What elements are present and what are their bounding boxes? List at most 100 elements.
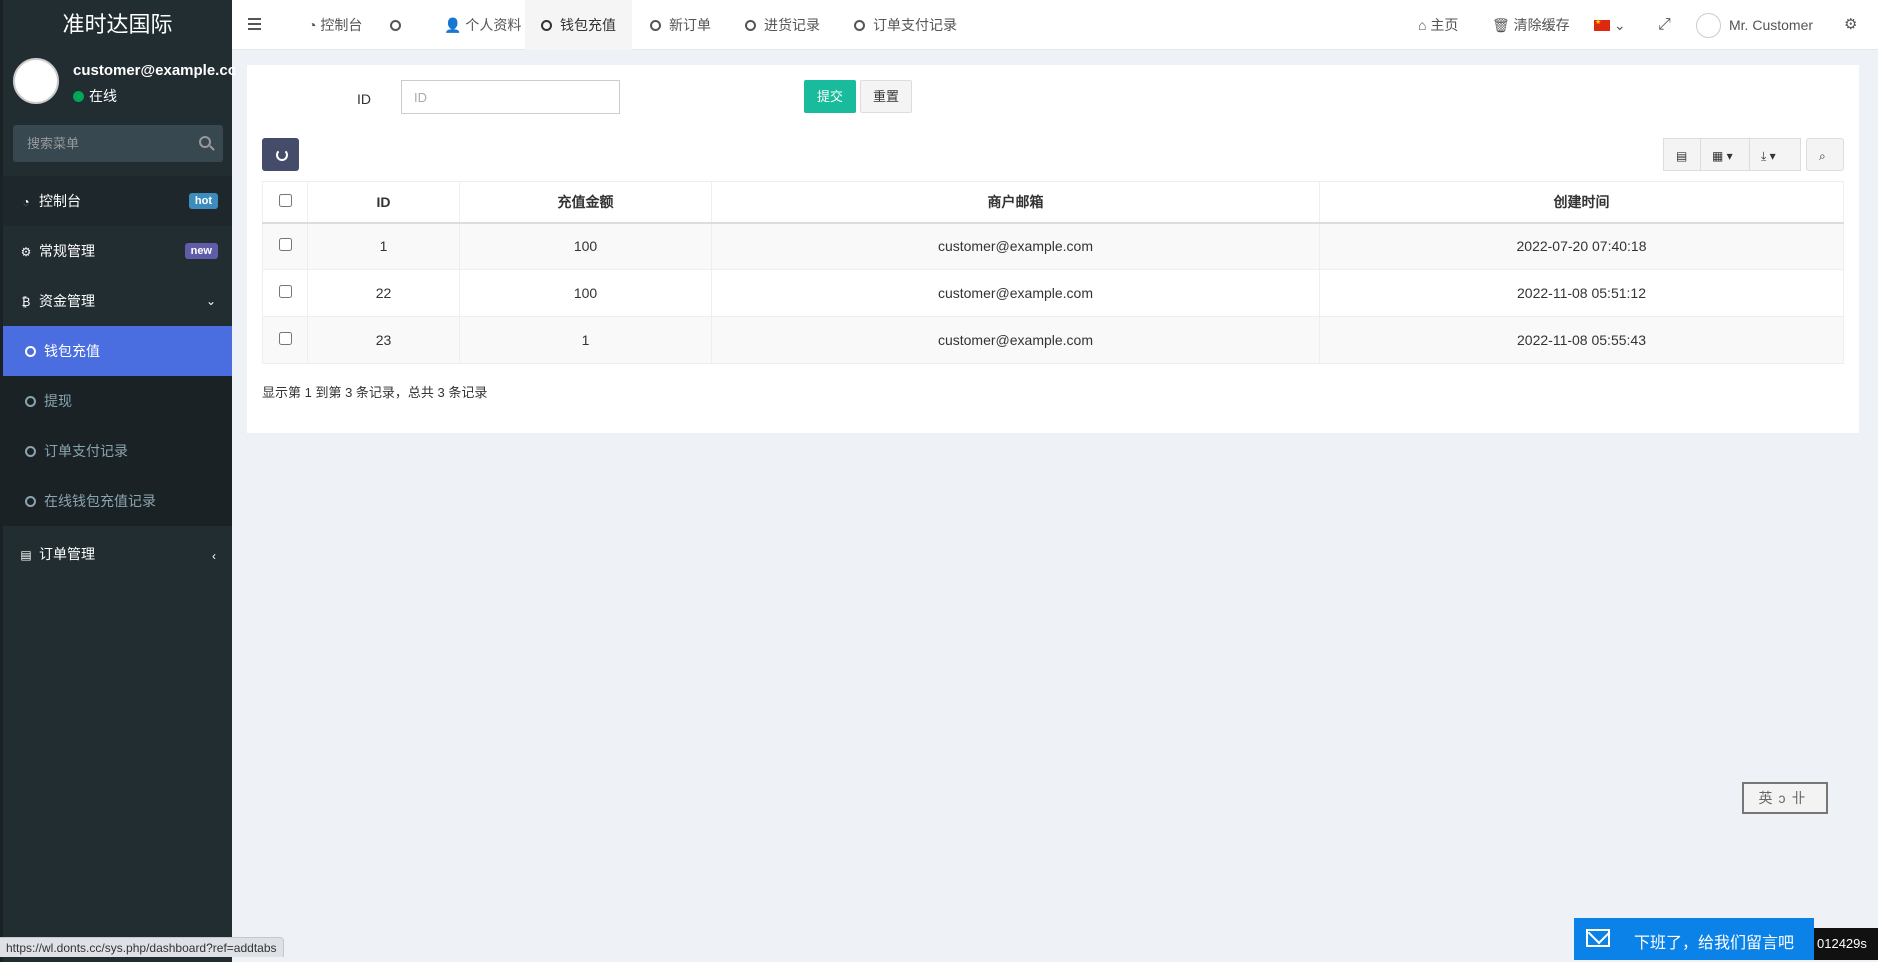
content-panel: ID 提交 重置 ▤ ▦ ▾ ⤓ ▾ ⌕ ID 充值金额 商户邮箱 创建时间 1… [247, 65, 1859, 433]
new-badge: new [184, 243, 218, 259]
row-checkbox[interactable] [278, 238, 292, 252]
cell-email: customer@example.com [711, 316, 1320, 364]
cell-amount: 100 [459, 222, 712, 270]
cell-email: customer@example.com [711, 269, 1320, 317]
tab-new-order[interactable]: 新订单 [634, 0, 727, 50]
home-link[interactable]: ⌂ 主页 [1418, 0, 1458, 50]
cell-id: 23 [307, 316, 460, 364]
table-row: 1 100 customer@example.com 2022-07-20 07… [262, 222, 1844, 270]
user-name: Mr. Customer [1729, 17, 1814, 33]
id-input[interactable] [401, 80, 620, 114]
online-dot-icon [73, 91, 84, 102]
tab-blank[interactable] [374, 0, 417, 50]
sidebar-subitem-label: 在线钱包充值记录 [44, 493, 156, 509]
menu-search-input[interactable] [13, 125, 183, 162]
sidebar-item-label: 订单管理 [39, 546, 95, 562]
gears-icon: ⚙ [20, 245, 32, 259]
sidebar: 准时达国际 customer@example.com 在线 ◔ 控制台 hot ⚙… [0, 0, 235, 962]
user-icon: 👤 [444, 17, 466, 33]
refresh-icon [276, 149, 288, 161]
tab-purchase-records[interactable]: 进货记录 [729, 0, 836, 50]
sidebar-subitem-online-recharge[interactable]: 在线钱包充值记录 [3, 476, 232, 526]
settings-gear-icon[interactable]: ⚙ [1844, 0, 1857, 50]
sidebar-item-orders[interactable]: ▤ 订单管理 ‹ [3, 526, 232, 582]
timer-badge: 012429s [1814, 928, 1878, 960]
sidebar-item-general[interactable]: ⚙ 常规管理 new [3, 226, 232, 276]
language-dropdown[interactable]: ⌄ [1594, 0, 1626, 50]
status-url: https://wl.donts.cc/sys.php/dashboard?re… [0, 937, 284, 957]
tab-profile[interactable]: 👤 个人资料 [428, 0, 537, 50]
export-button[interactable]: ⤓ ▾ [1749, 138, 1801, 171]
header-created[interactable]: 创建时间 [1319, 181, 1844, 224]
reset-button[interactable]: 重置 [860, 80, 912, 113]
columns-grid-icon: ▦ ▾ [1712, 149, 1733, 163]
clear-cache-link[interactable]: 🗑 清除缓存 [1492, 0, 1570, 50]
dashboard-icon: ◔ [308, 17, 321, 33]
table-row: 22 100 customer@example.com 2022-11-08 0… [262, 269, 1844, 317]
header-amount[interactable]: 充值金额 [459, 181, 712, 224]
id-label: ID [357, 91, 371, 107]
circle-icon [541, 20, 552, 31]
sidebar-item-dashboard[interactable]: ◔ 控制台 hot [3, 176, 232, 226]
row-checkbox[interactable] [278, 285, 292, 298]
menu-toggle-icon[interactable] [248, 18, 261, 30]
row-checkbox[interactable] [278, 332, 292, 345]
finance-submenu: 钱包充值 提现 订单支付记录 在线钱包充值记录 [3, 326, 232, 526]
user-menu[interactable]: Mr. Customer [1696, 0, 1813, 50]
chevron-down-icon: ⌄ [1610, 17, 1626, 33]
select-all-checkbox[interactable] [278, 193, 292, 207]
circle-icon [745, 20, 756, 31]
bitcoin-icon: ₿ [21, 295, 31, 309]
pagination-info: 显示第 1 到第 3 条记录，总共 3 条记录 [262, 385, 488, 400]
list-view-icon: ▤ [1676, 149, 1688, 163]
row-select-cell [262, 222, 308, 270]
hot-badge: hot [188, 193, 218, 209]
sidebar-subitem-order-payments[interactable]: 订单支付记录 [3, 426, 232, 476]
china-flag-icon [1594, 17, 1610, 31]
toggle-view-button[interactable]: ▤ [1663, 138, 1701, 171]
trash-icon: 🗑 [1492, 17, 1514, 33]
cell-created: 2022-07-20 07:40:18 [1319, 222, 1844, 270]
table-search-button[interactable]: ⌕ [1806, 138, 1844, 171]
sidebar-subitem-label: 提现 [44, 393, 72, 409]
avatar [1696, 13, 1721, 38]
user-email: customer@example.com [73, 62, 235, 79]
feedback-chat-button[interactable]: 下班了，给我们留言吧 [1574, 918, 1814, 960]
sidebar-subitem-withdraw[interactable]: 提现 [3, 376, 232, 426]
circle-icon [854, 20, 865, 31]
header-id[interactable]: ID [307, 181, 460, 224]
user-status-label: 在线 [89, 88, 117, 104]
cell-amount: 1 [459, 316, 712, 364]
search-icon[interactable] [199, 136, 211, 148]
table-header-row: ID 充值金额 商户邮箱 创建时间 [262, 181, 1844, 224]
fullscreen-icon[interactable]: ⤢ [1658, 0, 1671, 50]
cell-created: 2022-11-08 05:55:43 [1319, 316, 1844, 364]
tab-label: 进货记录 [764, 17, 820, 33]
sidebar-item-finance[interactable]: ₿ 资金管理 ⌄ [3, 276, 232, 326]
sidebar-item-label: 控制台 [39, 193, 81, 209]
mail-icon [1586, 929, 1610, 947]
submit-button[interactable]: 提交 [804, 80, 856, 113]
tab-order-payments[interactable]: 订单支付记录 [838, 0, 973, 50]
clear-cache-label: 清除缓存 [1513, 17, 1570, 33]
ime-widget[interactable]: 英ↄ卝 [1742, 782, 1828, 814]
sidebar-item-label: 资金管理 [39, 293, 95, 309]
circle-icon [650, 20, 661, 31]
row-select-cell [262, 316, 308, 364]
app-logo[interactable]: 准时达国际 [3, 0, 232, 50]
tab-wallet-recharge[interactable]: 钱包充值 [525, 0, 632, 50]
table-row: 23 1 customer@example.com 2022-11-08 05:… [262, 316, 1844, 364]
chevron-left-icon: ‹ [212, 549, 216, 563]
chevron-down-icon: ⌄ [205, 294, 216, 308]
sidebar-subitem-wallet-recharge[interactable]: 钱包充值 [3, 326, 232, 376]
circle-icon [25, 446, 36, 457]
tab-dashboard[interactable]: ◔ 控制台 [292, 0, 378, 50]
circle-icon [390, 20, 401, 31]
feedback-label: 下班了，给我们留言吧 [1634, 935, 1795, 952]
avatar [13, 58, 59, 104]
refresh-button[interactable] [262, 138, 299, 171]
columns-button[interactable]: ▦ ▾ [1700, 138, 1750, 171]
tab-label: 个人资料 [465, 17, 522, 33]
home-label: 主页 [1430, 17, 1459, 33]
header-email[interactable]: 商户邮箱 [711, 181, 1320, 224]
